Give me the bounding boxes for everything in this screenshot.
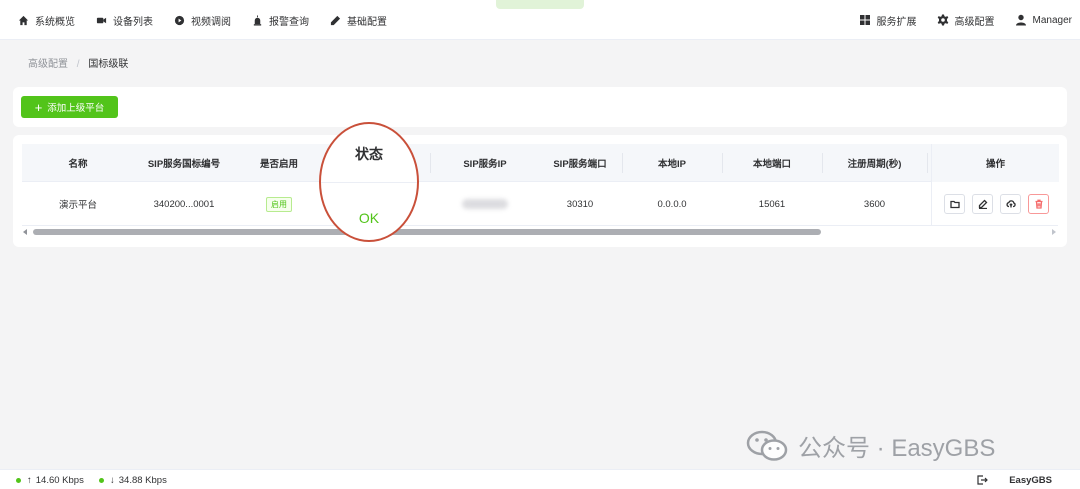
delete-icon [1035,199,1042,209]
nav-item-label: 设备列表 [113,16,153,28]
cell-local-port: 15061 [758,198,786,210]
edit-button[interactable] [972,194,993,214]
add-button-label: 添加上级平台 [47,103,105,114]
callout-title: 状态 [355,146,383,162]
nav-item-label: 服务扩展 [876,16,917,28]
table-header: 名称 SIP服务国标编号 是否启用 SIP服务IP SIP服务端口 本地IP 本… [22,144,1058,182]
cell-local-ip: 0.0.0.0 [657,198,687,210]
top-navigation-bar: 系统概览 设备列表 视频调阅 报警查询 基础配置 服务扩展 高级配置 Manag… [0,0,1080,40]
nav-item-service-extension[interactable]: 服务扩展 [859,13,917,28]
plus-icon: + [34,99,43,115]
download-rate: ↓ 34.88 Kbps [99,470,167,489]
delete-button[interactable] [1028,194,1049,214]
nav-item-label: 高级配置 [954,16,995,28]
folder-icon [949,200,960,209]
breadcrumb: 高级配置 / 国标级联 [28,55,128,70]
alarm-icon [253,14,262,26]
footer-brand: EasyGBS [1009,474,1052,486]
scroll-left-arrow[interactable] [23,229,27,235]
wechat-icon [746,430,788,461]
upload-arrow-icon: ↑ [27,474,32,486]
user-menu[interactable]: Manager [1015,14,1072,26]
nav-item-label: 视频调阅 [191,16,231,28]
right-nav: 服务扩展 高级配置 Manager [839,0,1072,40]
download-arrow-icon: ↓ [110,474,115,486]
status-footer: ↑ 14.60 Kbps ↓ 34.88 Kbps EasyGBS [0,469,1080,489]
video-camera-icon [96,17,107,23]
upload-rate-value: 14.60 Kbps [35,474,84,486]
callout-divider [321,182,417,183]
cell-sip-ip [430,182,540,226]
user-icon [1015,14,1026,26]
nav-item-label: 报警查询 [269,16,309,28]
column-header-register-period: 注册周期(秒) [847,159,902,170]
column-header-name: 名称 [68,159,88,170]
column-header-sip-ip: SIP服务IP [463,159,507,170]
main-nav: 系统概览 设备列表 视频调阅 报警查询 基础配置 [18,0,408,40]
breadcrumb-parent[interactable]: 高级配置 [28,59,68,70]
table-card: 名称 SIP服务国标编号 是否启用 SIP服务IP SIP服务端口 本地IP 本… [13,135,1067,247]
breadcrumb-current: 国标级联 [88,59,129,70]
callout-status-value: OK [358,210,380,226]
column-divider [430,153,431,173]
column-header-local-ip: 本地IP [658,159,686,170]
horizontal-scrollbar[interactable] [22,228,1058,236]
home-icon [18,15,29,25]
play-circle-icon [174,15,185,25]
breadcrumb-separator: / [76,59,80,70]
column-header-sip-id: SIP服务国标编号 [147,159,221,170]
cell-sip-port: 30310 [566,198,594,210]
row-actions [944,194,1056,214]
nav-item-alarms[interactable]: 报警查询 [252,13,309,28]
table-row[interactable]: 演示平台 340200...0001 启用 30310 0.0.0.0 1506… [22,182,1058,226]
nav-item-label: 基础配置 [347,16,387,28]
cell-sip-id: 340200...0001 [153,198,215,210]
upload-cloud-icon [1005,200,1016,208]
view-button[interactable] [944,194,965,214]
nav-item-advanced-config[interactable]: 高级配置 [937,13,995,28]
nav-item-basic-config[interactable]: 基础配置 [330,13,387,28]
push-button[interactable] [1000,194,1021,214]
column-header-sip-port: SIP服务端口 [553,159,607,170]
cell-name: 演示平台 [58,200,97,211]
cell-register-period: 3600 [863,198,886,210]
edit-icon [978,199,987,209]
enabled-tag: 启用 [266,196,292,212]
redacted-ip [462,199,508,209]
scroll-right-arrow[interactable] [1052,229,1056,235]
status-dot-icon [16,477,21,483]
status-dot-icon [99,477,104,483]
column-header-enabled: 是否启用 [259,159,298,170]
gear-icon [937,14,948,26]
column-divider [927,153,928,173]
cell-enabled: 启用 [234,182,324,226]
logout-icon[interactable] [977,475,988,485]
status-callout: 状态 OK [319,122,419,242]
add-parent-platform-button[interactable]: + 添加上级平台 [21,96,118,118]
grid-icon [859,15,870,25]
nav-item-overview[interactable]: 系统概览 [18,13,75,28]
edit-icon [330,15,341,25]
watermark: 公众号 · EasyGBS [746,428,995,463]
nav-item-video[interactable]: 视频调阅 [174,13,231,28]
nav-item-label: 系统概览 [35,16,75,28]
download-rate-value: 34.88 Kbps [118,474,167,486]
actions-column: 操作 [931,144,1059,226]
upload-rate: ↑ 14.60 Kbps [16,470,84,489]
column-header-local-port: 本地端口 [752,159,791,170]
column-header-actions: 操作 [932,144,1059,182]
toolbar-card: + 添加上级平台 [13,87,1067,127]
nav-item-devices[interactable]: 设备列表 [96,13,153,28]
top-notification-tab [496,0,584,9]
user-name: Manager [1032,14,1072,26]
watermark-text: 公众号 · EasyGBS [798,435,996,462]
scrollbar-thumb[interactable] [33,229,821,235]
